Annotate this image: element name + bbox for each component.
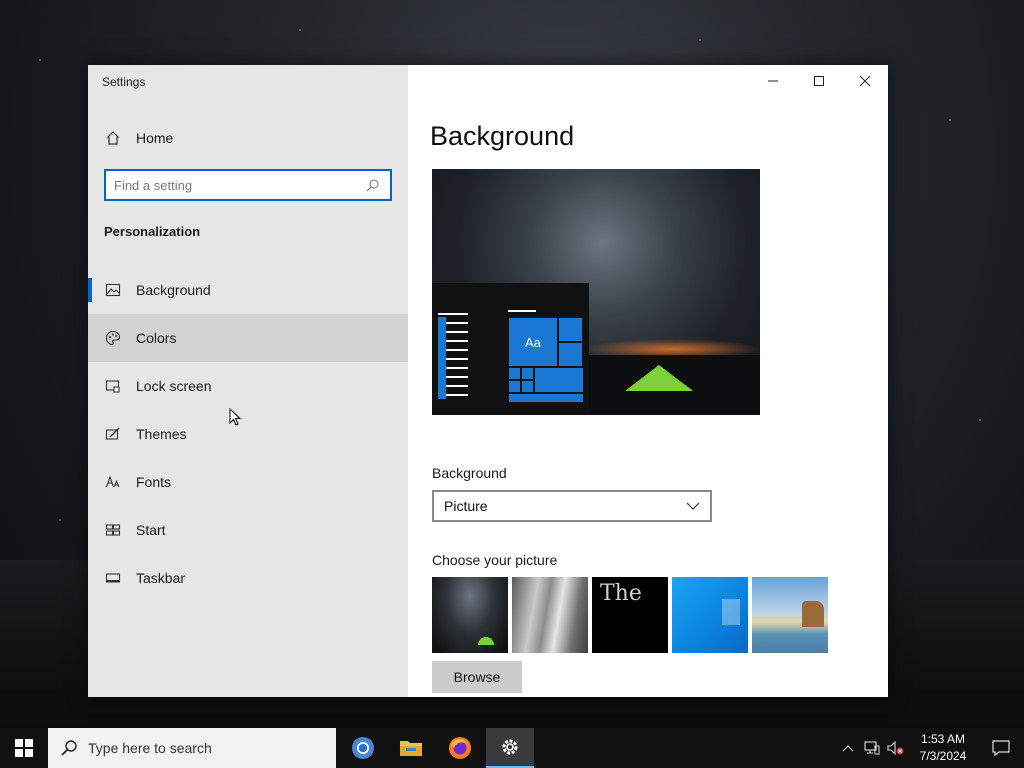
preview-tile <box>558 342 583 367</box>
home-icon <box>104 129 122 147</box>
sidebar-item-label: Themes <box>136 426 187 442</box>
preview-tile <box>521 380 534 393</box>
taskbar-search-input[interactable] <box>88 740 318 756</box>
clock[interactable]: 1:53 AM 7/3/2024 <box>908 731 978 765</box>
image-icon <box>104 281 122 299</box>
preview-menu-bar <box>438 317 446 399</box>
sidebar-item-lock-screen[interactable]: Lock screen <box>88 362 408 410</box>
home-label: Home <box>136 130 174 146</box>
preview-tile <box>508 367 521 380</box>
setting-search-box[interactable] <box>104 169 392 201</box>
taskbar-app-firefox[interactable] <box>436 728 484 768</box>
sidebar-item-label: Background <box>136 282 211 298</box>
background-type-label: Background <box>432 465 507 481</box>
volume-muted-icon <box>887 741 904 755</box>
choose-picture-label: Choose your picture <box>432 552 558 568</box>
browse-button[interactable]: Browse <box>432 661 522 693</box>
network-button[interactable] <box>860 728 884 768</box>
search-icon[interactable] <box>364 176 382 194</box>
background-type-dropdown[interactable]: Picture <box>432 490 712 522</box>
settings-icon <box>502 739 518 755</box>
thumbnail-night-sky[interactable] <box>432 577 508 653</box>
background-preview: Aa <box>432 169 760 415</box>
taskbar-search-box[interactable] <box>48 728 336 768</box>
show-hidden-icons-button[interactable] <box>836 728 860 768</box>
thumbnail-scribble[interactable]: The <box>592 577 668 653</box>
chrome-icon <box>352 737 374 759</box>
sidebar-item-label: Fonts <box>136 474 172 490</box>
start-icon <box>104 521 122 539</box>
preview-tile <box>521 367 534 380</box>
page-title: Background <box>430 121 575 151</box>
file-explorer-icon <box>400 741 422 756</box>
themes-icon <box>104 425 122 443</box>
preview-tile-aa: Aa <box>508 317 558 367</box>
section-title: Personalization <box>104 224 201 239</box>
preview-tile <box>534 367 584 393</box>
sidebar-item-taskbar[interactable]: Taskbar <box>88 554 408 602</box>
home-link[interactable]: Home <box>104 129 173 147</box>
picture-thumbnails: The <box>432 577 828 653</box>
fonts-icon <box>104 473 122 491</box>
background-type-value: Picture <box>444 498 488 514</box>
mouse-cursor-icon <box>229 408 242 426</box>
sidebar: Settings Home Personalization Background <box>88 65 408 697</box>
sidebar-item-background[interactable]: Background <box>88 266 408 314</box>
preview-tile <box>508 393 584 403</box>
lock-screen-icon <box>104 377 122 395</box>
main-content: Background Aa Background Picture Choose … <box>408 65 888 697</box>
sidebar-item-label: Taskbar <box>136 570 186 586</box>
clock-time: 1:53 AM <box>920 732 966 746</box>
clock-date: 7/3/2024 <box>919 749 967 763</box>
volume-button[interactable] <box>884 728 908 768</box>
taskbar-app-settings[interactable] <box>486 728 534 768</box>
thumbnail-rock[interactable] <box>512 577 588 653</box>
action-center-button[interactable] <box>978 728 1024 768</box>
firefox-icon <box>449 737 471 759</box>
taskbar: 1:53 AM 7/3/2024 <box>0 728 1024 768</box>
preview-tile <box>508 380 521 393</box>
settings-window: Settings Home Personalization Background <box>88 65 888 697</box>
sidebar-item-label: Start <box>136 522 166 538</box>
sidebar-item-label: Colors <box>136 330 177 346</box>
windows-logo-icon <box>15 739 33 757</box>
sidebar-item-start[interactable]: Start <box>88 506 408 554</box>
taskbar-icon <box>104 569 122 587</box>
sidebar-item-label: Lock screen <box>136 378 212 394</box>
chevron-down-icon <box>686 502 700 510</box>
palette-icon <box>104 329 122 347</box>
search-icon <box>61 740 77 756</box>
sidebar-item-fonts[interactable]: Fonts <box>88 458 408 506</box>
setting-search-input[interactable] <box>114 177 364 193</box>
preview-tent <box>625 365 693 391</box>
notification-icon <box>992 740 1010 756</box>
thumbnail-windows-blue[interactable] <box>672 577 748 653</box>
preview-start-menu: Aa <box>432 283 589 415</box>
network-icon <box>864 741 880 755</box>
system-tray: 1:53 AM 7/3/2024 <box>836 728 1024 768</box>
thumbnail-scribble-text: The <box>600 581 642 606</box>
sidebar-item-colors[interactable]: Colors <box>88 314 408 362</box>
preview-tiles: Aa <box>508 317 584 403</box>
sidebar-item-themes[interactable]: Themes <box>88 410 408 458</box>
window-title: Settings <box>102 75 146 89</box>
sidebar-nav: Background Colors Lock screen Themes Fon… <box>88 266 408 602</box>
thumbnail-beach[interactable] <box>752 577 828 653</box>
preview-tile-header <box>508 310 536 312</box>
taskbar-app-chrome[interactable] <box>339 728 387 768</box>
preview-tile <box>558 317 583 342</box>
taskbar-app-file-explorer[interactable] <box>387 728 435 768</box>
start-button[interactable] <box>0 728 48 768</box>
chevron-up-icon <box>842 745 854 752</box>
